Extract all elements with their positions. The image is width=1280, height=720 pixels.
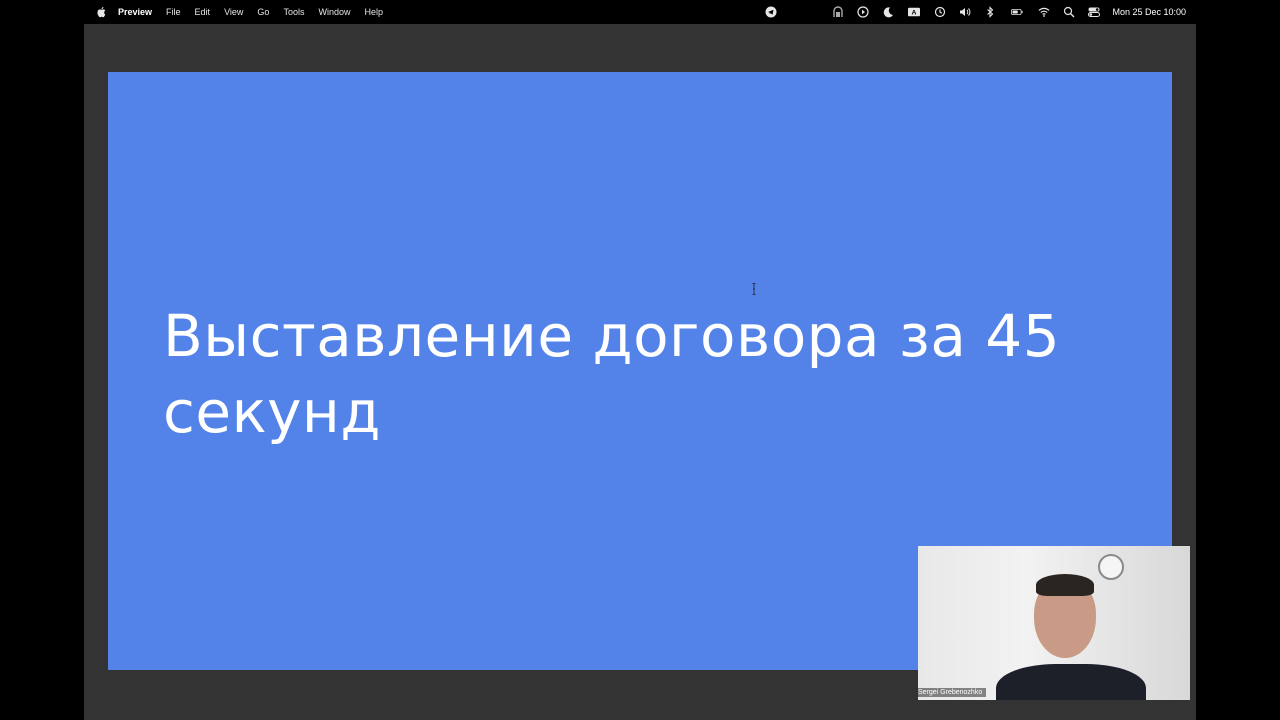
menu-window[interactable]: Window [318,7,350,17]
moon-icon[interactable] [882,6,894,18]
volume-icon[interactable] [959,6,971,18]
app-menu: Preview File Edit View Go Tools Window H… [118,0,397,24]
menu-view[interactable]: View [224,7,243,17]
svg-text:A: A [912,10,917,17]
menu-tools[interactable]: Tools [283,7,304,17]
participant-name-label: Sergei Grebenozhko [918,688,987,697]
keyboard-input-icon[interactable]: A [907,6,921,18]
webcam-overlay[interactable]: Sergei Grebenozhko [918,546,1190,700]
bluetooth-icon[interactable] [984,6,996,18]
slide-title: Выставление договора за 45 секунд [163,302,1061,446]
presenter-body [996,664,1146,700]
status-area: A Mon 25 Dec 10:00 [752,0,1186,24]
menu-file[interactable]: File [166,7,181,17]
time-machine-icon[interactable] [934,6,946,18]
menubar-clock[interactable]: Mon 25 Dec 10:00 [1112,7,1186,17]
telegram-icon[interactable] [765,6,777,18]
menu-help[interactable]: Help [364,7,383,17]
battery-icon[interactable] [1009,6,1025,18]
apple-icon[interactable] [96,6,106,18]
menu-edit[interactable]: Edit [195,7,211,17]
wall-clock-image [1098,554,1124,580]
screen-record-icon[interactable] [832,6,844,18]
play-icon[interactable] [857,6,870,18]
text-cursor-icon [752,283,756,295]
spotlight-search-icon[interactable] [1063,6,1075,18]
presenter-hair [1036,574,1094,596]
menu-app-preview[interactable]: Preview [118,7,152,17]
menu-bar: Preview File Edit View Go Tools Window H… [0,0,1280,24]
wifi-icon[interactable] [1038,6,1050,18]
control-center-icon[interactable] [1088,6,1101,18]
menu-go[interactable]: Go [257,7,269,17]
